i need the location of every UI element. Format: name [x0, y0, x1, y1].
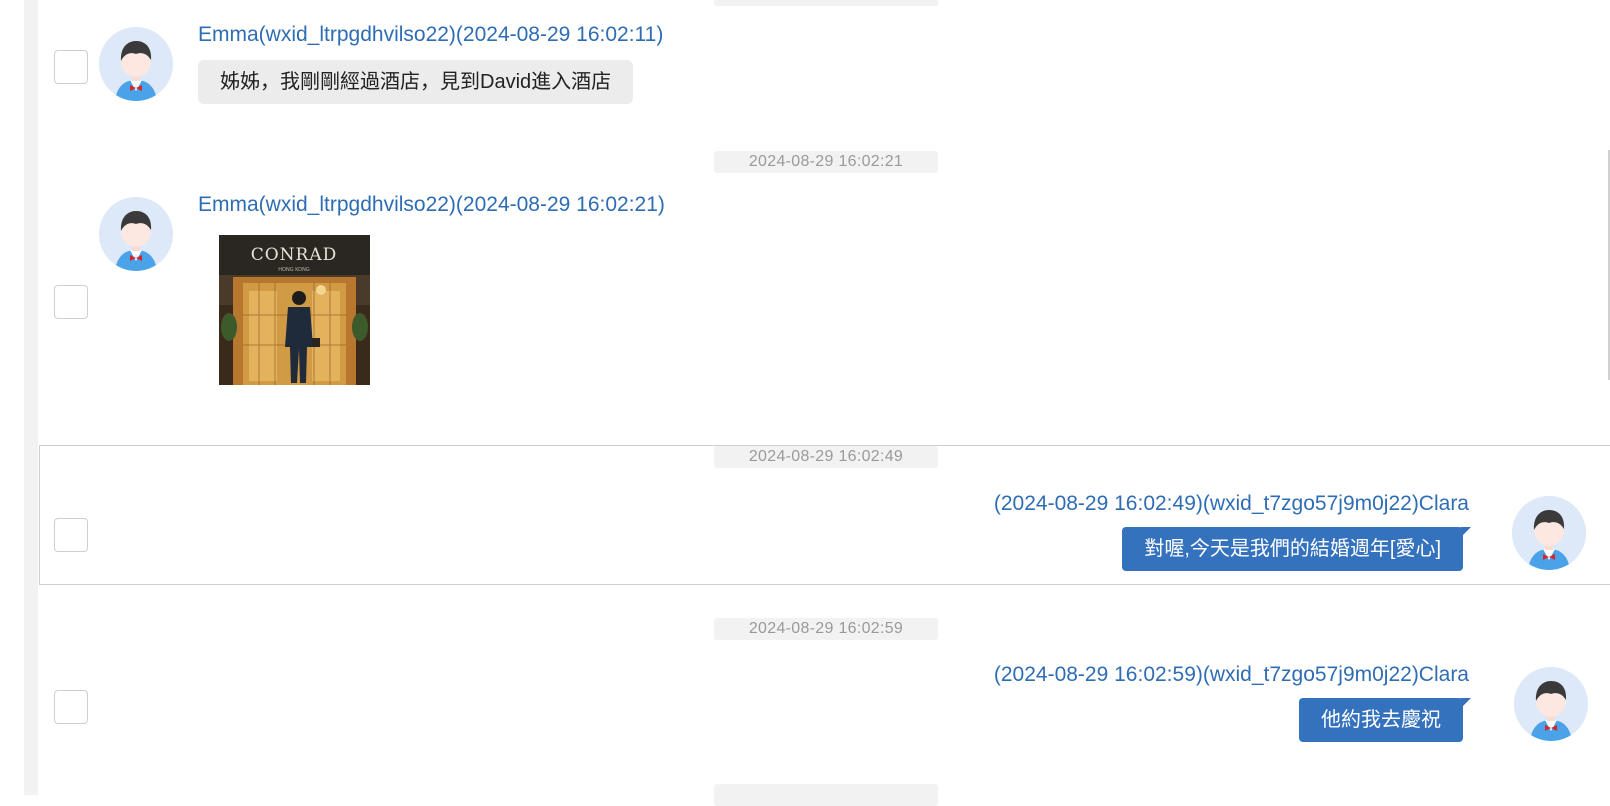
message-select-checkbox[interactable] — [54, 285, 88, 319]
message-select-checkbox[interactable] — [54, 518, 88, 552]
image-sign-subtext: HONG KONG — [278, 267, 310, 273]
timestamp-pill: 2024-08-29 16:02:49 — [714, 446, 938, 468]
message-image[interactable]: CONRAD HONG KONG — [219, 235, 370, 385]
message-bubble[interactable]: 他約我去慶祝 — [1299, 698, 1471, 742]
message-select-checkbox[interactable] — [54, 50, 88, 84]
avatar — [99, 197, 173, 271]
sender-label: (2024-08-29 16:02:49)(wxid_t7zgo57j9m0j2… — [993, 492, 1469, 515]
hotel-entrance-image: CONRAD HONG KONG — [219, 235, 370, 385]
avatar-person-icon — [1512, 496, 1586, 570]
left-rail — [24, 0, 38, 795]
message-bubble[interactable]: 姊姊，我剛剛經過酒店，見到David進入酒店 — [198, 60, 634, 104]
message-bubble[interactable]: 對喔,今天是我們的結婚週年[愛心] — [1122, 527, 1471, 571]
avatar-person-icon — [99, 27, 173, 101]
timestamp-pill: 2024-08-29 16:02:59 — [714, 618, 938, 640]
avatar-person-icon — [99, 197, 173, 271]
avatar — [1512, 496, 1586, 570]
image-sign-text: CONRAD — [251, 245, 338, 265]
avatar — [1514, 667, 1588, 741]
timestamp-pill: 2024-08-29 16:02:21 — [714, 151, 938, 173]
avatar-person-icon — [1514, 667, 1588, 741]
sender-label: Emma(wxid_ltrpgdhvilso22)(2024-08-29 16:… — [198, 193, 665, 216]
avatar — [99, 27, 173, 101]
timestamp-pill-partial-top — [714, 0, 938, 6]
message-select-checkbox[interactable] — [54, 690, 88, 724]
sender-label: (2024-08-29 16:02:59)(wxid_t7zgo57j9m0j2… — [993, 663, 1469, 686]
sender-label: Emma(wxid_ltrpgdhvilso22)(2024-08-29 16:… — [198, 23, 664, 46]
timestamp-pill-partial-bottom — [714, 784, 938, 806]
left-gutter — [0, 0, 24, 795]
